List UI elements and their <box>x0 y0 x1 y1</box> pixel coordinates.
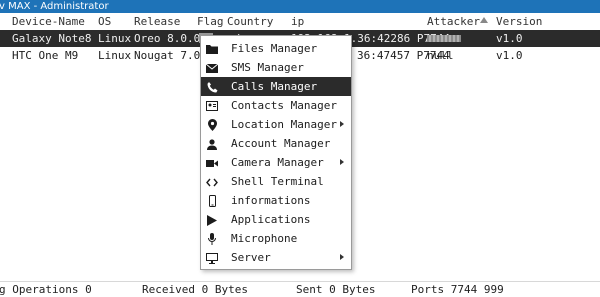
title-bar[interactable]: v MAX - Administrator <box>0 0 600 13</box>
menu-item-sms-manager[interactable]: SMS Manager <box>201 58 351 77</box>
microphone-icon <box>205 229 219 248</box>
status-operations: g Operations 0 <box>0 283 92 296</box>
menu-item-label: informations <box>231 194 311 207</box>
menu-item-label: Contacts Manager <box>231 99 337 112</box>
column-header-device-name[interactable]: Device-Name <box>12 13 85 30</box>
column-header-version[interactable]: Version <box>496 13 542 30</box>
menu-item-files-manager[interactable]: Files Manager <box>201 39 351 58</box>
window-title: v MAX - Administrator <box>0 1 109 12</box>
redacted-attacker <box>427 35 461 42</box>
mobile-phone-icon <box>205 191 219 210</box>
status-bar: g Operations 0 Received 0 Bytes Sent 0 B… <box>0 281 600 297</box>
release-cell: Nougat 7.0 <box>134 49 201 62</box>
menu-item-calls-manager[interactable]: Calls Manager <box>201 77 351 96</box>
submenu-arrow-icon <box>340 254 344 260</box>
menu-item-label: Account Manager <box>231 137 331 150</box>
menu-item-contacts-manager[interactable]: Contacts Manager <box>201 96 351 115</box>
context-menu: Files Manager SMS Manager Calls Manager … <box>200 35 352 270</box>
menu-item-label: Location Manager <box>231 118 337 131</box>
envelope-icon <box>205 58 219 77</box>
play-icon <box>205 210 219 229</box>
sort-ascending-icon <box>480 17 488 23</box>
status-sent: Sent 0 Bytes <box>296 283 376 296</box>
submenu-arrow-icon <box>340 159 344 165</box>
column-header-os[interactable]: OS <box>98 13 111 30</box>
menu-item-applications[interactable]: Applications <box>201 210 351 229</box>
table-header: Device-Name OS Release Flag Country ip A… <box>0 13 600 31</box>
phone-icon <box>205 77 219 96</box>
column-header-attacker[interactable]: Attacker <box>427 13 480 30</box>
version-cell: v1.0 <box>496 49 523 62</box>
status-received: Received 0 Bytes <box>142 283 248 296</box>
version-cell: v1.0 <box>496 32 523 45</box>
menu-item-shell-terminal[interactable]: Shell Terminal <box>201 172 351 191</box>
column-header-country[interactable]: Country <box>227 13 273 30</box>
device-name-cell: Galaxy Note8 <box>12 32 92 45</box>
menu-item-label: Files Manager <box>231 42 318 55</box>
menu-item-informations[interactable]: informations <box>201 191 351 210</box>
menu-item-location-manager[interactable]: Location Manager <box>201 115 351 134</box>
monitor-icon <box>205 248 219 267</box>
menu-item-label: Applications <box>231 213 311 226</box>
menu-item-label: Shell Terminal <box>231 175 324 188</box>
status-ports: Ports 7744 999 <box>411 283 504 296</box>
device-name-cell: HTC One M9 <box>12 49 79 62</box>
app-window: v MAX - Administrator Device-Name OS Rel… <box>0 0 600 297</box>
menu-item-label: Microphone <box>231 232 298 245</box>
code-icon <box>205 172 219 191</box>
menu-item-label: SMS Manager <box>231 61 304 74</box>
menu-item-camera-manager[interactable]: Camera Manager <box>201 153 351 172</box>
contact-card-icon <box>205 96 219 115</box>
folder-icon <box>205 39 219 58</box>
menu-item-microphone[interactable]: Microphone <box>201 229 351 248</box>
video-camera-icon <box>205 153 219 172</box>
menu-item-server[interactable]: Server <box>201 248 351 267</box>
column-header-flag[interactable]: Flag <box>197 13 224 30</box>
os-cell: Linux <box>98 49 132 62</box>
column-header-ip[interactable]: ip <box>291 13 304 30</box>
menu-item-label: Camera Manager <box>231 156 324 169</box>
menu-item-label: Calls Manager <box>231 80 318 93</box>
user-icon <box>205 134 219 153</box>
attacker-cell: null <box>427 49 454 62</box>
menu-item-label: Server <box>231 251 271 264</box>
map-pin-icon <box>205 115 219 134</box>
submenu-arrow-icon <box>340 121 344 127</box>
os-cell: Linux <box>98 32 132 45</box>
release-cell: Oreo 8.0.0 <box>134 32 201 45</box>
menu-item-account-manager[interactable]: Account Manager <box>201 134 351 153</box>
column-header-release[interactable]: Release <box>134 13 180 30</box>
